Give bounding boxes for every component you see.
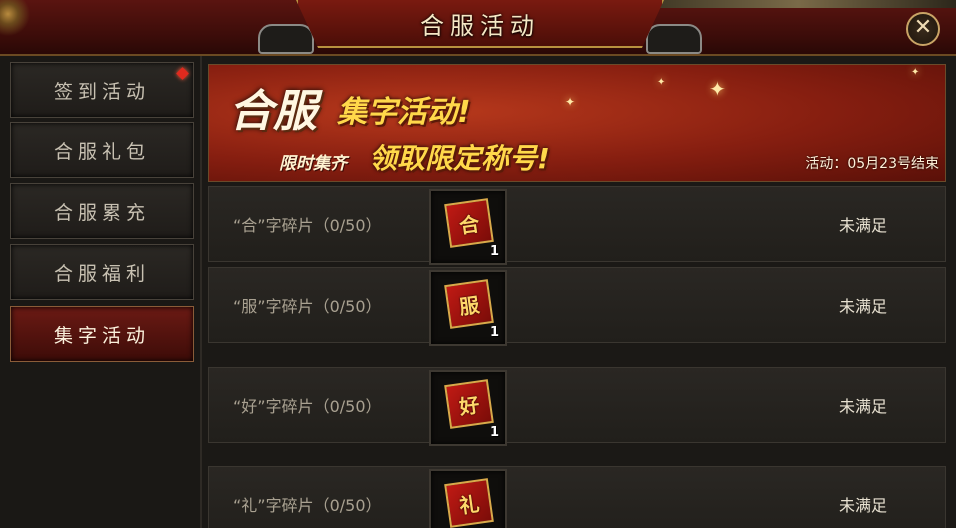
sidebar-item-merge-welfare[interactable]: 合服福利	[10, 244, 194, 300]
item-count: 1	[489, 244, 499, 259]
sidebar-item-label: 签到活动	[53, 80, 150, 103]
item-count: 1	[489, 425, 499, 440]
close-button[interactable]: ✕	[906, 12, 940, 46]
sparkle-icon: ✦	[657, 77, 666, 88]
item-count: 1	[489, 325, 499, 340]
item-slot[interactable]: 好 1	[429, 370, 507, 446]
fragment-label: “服”字碎片（0/50）	[233, 297, 382, 316]
fragment-label: “好”字碎片（0/50）	[233, 397, 382, 416]
red-scroll-icon: 合	[444, 198, 494, 248]
red-scroll-icon: 好	[444, 379, 494, 429]
banner-title-event: 集字活动!	[337, 95, 471, 130]
activity-window: 合服活动 ✕ 签到活动 合服礼包 合服累充 合服福利 集字活动 ✦ ✦ ✦ ✦ …	[0, 0, 956, 528]
window-header: 合服活动 ✕	[0, 0, 956, 56]
sidebar-item-signin[interactable]: 签到活动	[10, 62, 194, 118]
close-icon: ✕	[913, 15, 933, 40]
item-slot[interactable]: 礼	[429, 469, 507, 528]
banner-subtitle-prefix: 限时集齐	[279, 154, 347, 174]
sidebar: 签到活动 合服礼包 合服累充 合服福利 集字活动	[0, 56, 202, 528]
banner-subtitle-reward: 领取限定称号!	[369, 142, 550, 175]
title-ornament-right	[646, 24, 702, 54]
item-slot[interactable]: 服 1	[429, 270, 507, 346]
sparkle-icon: ✦	[709, 77, 726, 101]
fragment-label: “礼”字碎片（0/50）	[233, 496, 382, 515]
sidebar-item-merge-gift[interactable]: 合服礼包	[10, 122, 194, 178]
sidebar-item-collect-words[interactable]: 集字活动	[10, 306, 194, 362]
banner-title-main: 合服	[229, 86, 317, 137]
fragment-label: “合”字碎片（0/50）	[233, 216, 382, 235]
status-text: 未满足	[839, 216, 888, 235]
list-item: “服”字碎片（0/50） 服 1 未满足	[208, 267, 946, 346]
sidebar-item-label: 集字活动	[53, 324, 150, 347]
sparkle-icon: ✦	[565, 95, 576, 109]
status-text: 未满足	[839, 496, 888, 515]
event-end-date: 活动：05月23号结束	[805, 156, 939, 172]
list-item: “礼”字碎片（0/50） 礼 未满足	[208, 466, 946, 528]
sparkle-icon: ✦	[911, 67, 920, 78]
status-text: 未满足	[839, 397, 888, 416]
list-item: “好”字碎片（0/50） 好 1 未满足	[208, 367, 946, 446]
list-item: “合”字碎片（0/50） 合 1 未满足	[208, 186, 946, 265]
item-slot[interactable]: 合 1	[429, 189, 507, 265]
window-title: 合服活动	[420, 11, 540, 40]
title-ornament-left	[258, 24, 314, 54]
red-scroll-icon: 服	[444, 279, 494, 329]
sidebar-item-label: 合服礼包	[53, 140, 150, 163]
sidebar-item-label: 合服福利	[53, 262, 150, 285]
corner-ornament	[0, 0, 40, 50]
status-text: 未满足	[839, 297, 888, 316]
red-diamond-icon	[176, 67, 189, 80]
title-plate: 合服活动	[296, 0, 664, 48]
sidebar-item-merge-recharge[interactable]: 合服累充	[10, 183, 194, 239]
event-banner: ✦ ✦ ✦ ✦ 合服 集字活动! 限时集齐 领取限定称号! 活动：05月23号结…	[208, 64, 946, 182]
header-decor-strip	[640, 0, 956, 8]
red-scroll-icon: 礼	[444, 478, 494, 528]
sidebar-item-label: 合服累充	[53, 201, 150, 224]
